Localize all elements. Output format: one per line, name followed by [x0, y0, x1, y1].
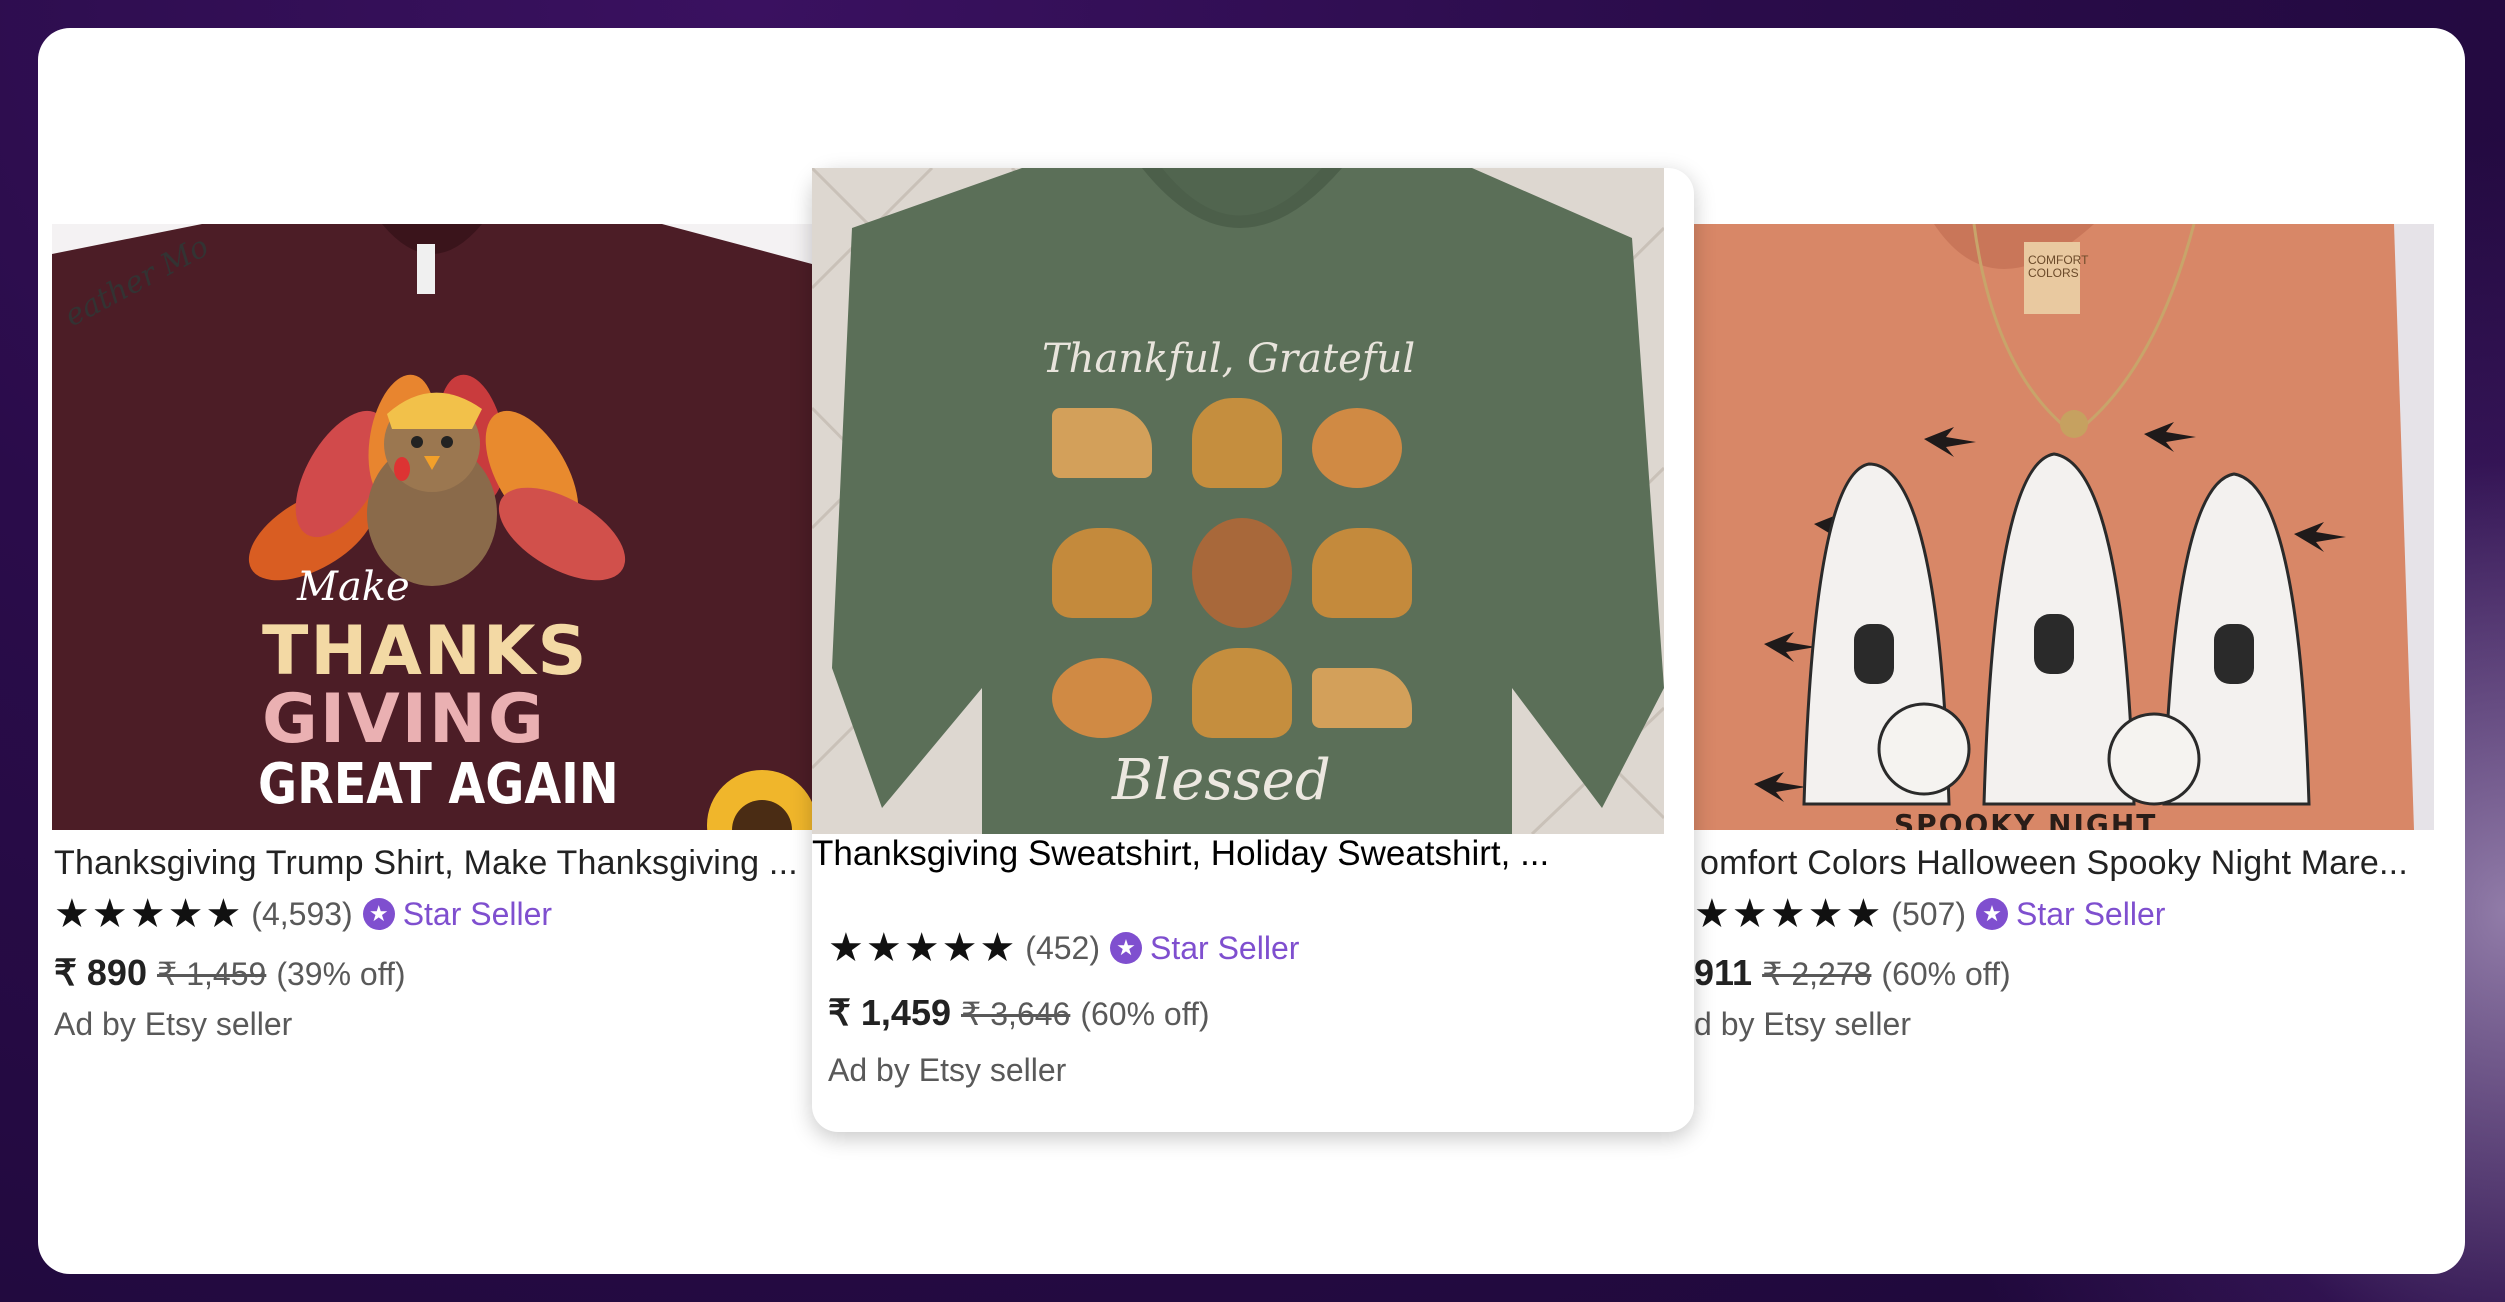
star-icon: ★ — [828, 926, 864, 970]
discount: (60% off) — [1080, 996, 1210, 1032]
star-icon: ★ — [903, 926, 940, 970]
sweatshirt-top-text: Thankful, Grateful — [1042, 336, 1416, 382]
product-image-3[interactable]: COMFORT COLORS SPOOKY NIGHT — [1694, 224, 2434, 830]
star-seller-label: Star Seller — [1150, 929, 1300, 966]
star-icon: ★ — [1769, 892, 1806, 936]
original-price: ₹ 2,278 — [1762, 956, 1872, 992]
star-icon: ★ — [91, 892, 128, 936]
star-icon: ★ — [1845, 892, 1882, 936]
star-icon: ★ — [167, 892, 204, 936]
product-card-2[interactable]: Thankful, Grateful Blessed Thanksgiving … — [810, 166, 1694, 1132]
star-icon: ★ — [129, 892, 166, 936]
review-count: (452) — [1025, 929, 1100, 966]
product-image-2[interactable]: Thankful, Grateful Blessed — [810, 166, 1666, 836]
sweatshirt-bottom-text: Blessed — [1112, 748, 1331, 813]
star-icon: ★ — [1731, 892, 1768, 936]
rating-stars: ★ ★ ★ ★ ★ — [1694, 894, 1881, 934]
sale-price: ₹ 1,459 — [828, 992, 951, 1033]
discount: (39% off) — [276, 956, 406, 992]
review-count: (4,593) — [251, 895, 353, 932]
star-seller-label: Star Seller — [402, 895, 553, 932]
star-seller-badge: ★ Star Seller — [362, 895, 553, 933]
price-row-2: ₹ 1,459 ₹ 3,646 (60% off) — [828, 992, 1210, 1034]
star-seller-icon: ★ — [1110, 932, 1142, 964]
tshirt-print-line-1: Make — [297, 564, 410, 610]
product-title-1[interactable]: Thanksgiving Trump Shirt, Make Thanksgiv… — [54, 844, 814, 883]
tshirt-image — [1694, 224, 2434, 830]
star-icon: ★ — [979, 926, 1016, 970]
star-seller-icon: ★ — [1976, 898, 2008, 930]
star-icon: ★ — [941, 926, 978, 970]
sale-price: 911 — [1694, 952, 1753, 993]
review-count: (507) — [1891, 895, 1966, 932]
sale-price: ₹ 890 — [54, 952, 147, 993]
rating-row-1: ★ ★ ★ ★ ★ (4,593) ★ Star Seller — [54, 894, 552, 934]
price-row-3: 911 ₹ 2,278 (60% off) — [1694, 952, 2011, 994]
tshirt-tag-text: COMFORT COLORS — [2028, 253, 2089, 281]
product-title-3[interactable]: omfort Colors Halloween Spooky Night Mar… — [1700, 844, 2430, 883]
ad-label: Ad by Etsy seller — [54, 1006, 293, 1042]
ad-label: d by Etsy seller — [1694, 1006, 1911, 1042]
rating-stars: ★ ★ ★ ★ ★ — [828, 928, 1015, 968]
star-icon: ★ — [1694, 892, 1730, 936]
product-card-3[interactable]: COMFORT COLORS SPOOKY NIGHT omfort Color… — [1694, 224, 2434, 1054]
star-icon: ★ — [205, 892, 242, 936]
star-seller-icon: ★ — [362, 898, 395, 930]
tshirt-print-text: SPOOKY NIGHT — [1894, 808, 2158, 830]
sweatshirt-motifs — [1052, 388, 1432, 748]
ad-label: Ad by Etsy seller — [828, 1052, 1067, 1088]
price-row-1: ₹ 890 ₹ 1,459 (39% off) — [54, 952, 406, 994]
star-icon: ★ — [1807, 892, 1844, 936]
sunflower-icon — [707, 770, 812, 830]
star-icon: ★ — [54, 892, 90, 936]
discount: (60% off) — [1881, 956, 2011, 992]
product-card-1[interactable]: eather Mo Make THANKS GIVING GREAT AGAIN… — [52, 224, 812, 1054]
star-seller-badge: ★ Star Seller — [1976, 896, 2165, 933]
star-seller-label: Star Seller — [2016, 895, 2166, 932]
rating-row-3: ★ ★ ★ ★ ★ (507) ★ Star Seller — [1694, 894, 2165, 934]
tshirt-print-line-3: GIVING — [262, 680, 546, 759]
product-image-1[interactable]: eather Mo Make THANKS GIVING GREAT AGAIN — [52, 224, 812, 830]
star-icon: ★ — [865, 926, 902, 970]
tshirt-print-line-4: GREAT AGAIN — [258, 752, 619, 817]
star-seller-badge: ★ Star Seller — [1110, 930, 1299, 967]
original-price: ₹ 1,459 — [156, 956, 267, 992]
original-price: ₹ 3,646 — [961, 996, 1071, 1032]
product-title-2[interactable]: Thanksgiving Sweatshirt, Holiday Sweatsh… — [812, 834, 1642, 874]
rating-row-2: ★ ★ ★ ★ ★ (452) ★ Star Seller — [828, 928, 1299, 968]
rating-stars: ★ ★ ★ ★ ★ — [54, 894, 241, 934]
